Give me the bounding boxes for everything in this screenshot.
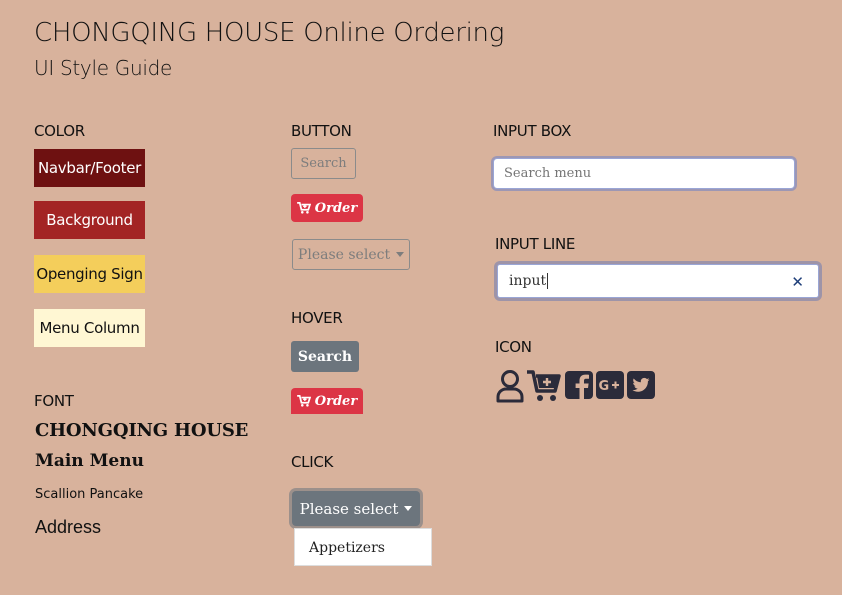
icon-heading: ICON	[495, 338, 532, 356]
category-select-button[interactable]: Please select	[292, 239, 410, 270]
order-button-label: Order	[314, 200, 358, 216]
font-sample-dish: Scallion Pancake	[35, 487, 144, 502]
swatch-navbar-footer: Navbar/Footer	[34, 149, 145, 187]
user-icon	[496, 370, 524, 403]
button-heading: BUTTON	[291, 122, 352, 140]
search-button-hover[interactable]: Search	[291, 341, 359, 372]
hover-heading: HOVER	[291, 309, 343, 327]
order-button-hover-label: Order	[314, 393, 358, 409]
category-select-label: Please select	[297, 246, 391, 263]
page-subtitle: UI Style Guide	[34, 56, 173, 80]
font-heading: FONT	[34, 392, 74, 410]
input-line-heading: INPUT LINE	[495, 235, 576, 253]
order-button[interactable]: Order	[291, 194, 363, 222]
twitter-icon	[627, 371, 655, 399]
click-heading: CLICK	[291, 453, 334, 471]
chevron-down-icon	[404, 506, 413, 511]
font-sample-heading: Main Menu	[35, 451, 144, 471]
font-sample-body: Address	[35, 517, 102, 537]
svg-text:G: G	[599, 379, 610, 394]
input-box-heading: INPUT BOX	[493, 122, 572, 140]
font-sample-brand: CHONGQING HOUSE	[35, 420, 249, 441]
search-menu-input[interactable]	[493, 158, 795, 189]
cart-icon	[296, 202, 311, 214]
swatch-opening-sign: Openging Sign	[34, 255, 145, 293]
clear-icon[interactable]: ✕	[791, 273, 804, 291]
input-line-field[interactable]: input ✕	[497, 264, 819, 298]
google-plus-icon: G	[596, 371, 624, 399]
add-to-cart-icon	[527, 370, 561, 401]
category-select-button-active[interactable]: Please select	[292, 491, 420, 526]
dropdown-item-appetizers[interactable]: Appetizers	[309, 540, 385, 556]
cart-icon	[296, 395, 311, 407]
color-heading: COLOR	[34, 122, 85, 140]
page-title: CHONGQING HOUSE Online Ordering	[34, 18, 505, 48]
swatch-menu-column: Menu Column	[34, 309, 145, 347]
search-button[interactable]: Search	[291, 148, 356, 179]
category-dropdown-menu: Appetizers	[294, 528, 432, 566]
chevron-down-icon	[396, 252, 405, 257]
facebook-icon	[565, 371, 593, 399]
order-button-hover[interactable]: Order	[291, 388, 363, 414]
input-line-value: input	[509, 273, 549, 289]
swatch-background: Background	[34, 201, 145, 239]
category-select-active-label: Please select	[299, 499, 399, 518]
